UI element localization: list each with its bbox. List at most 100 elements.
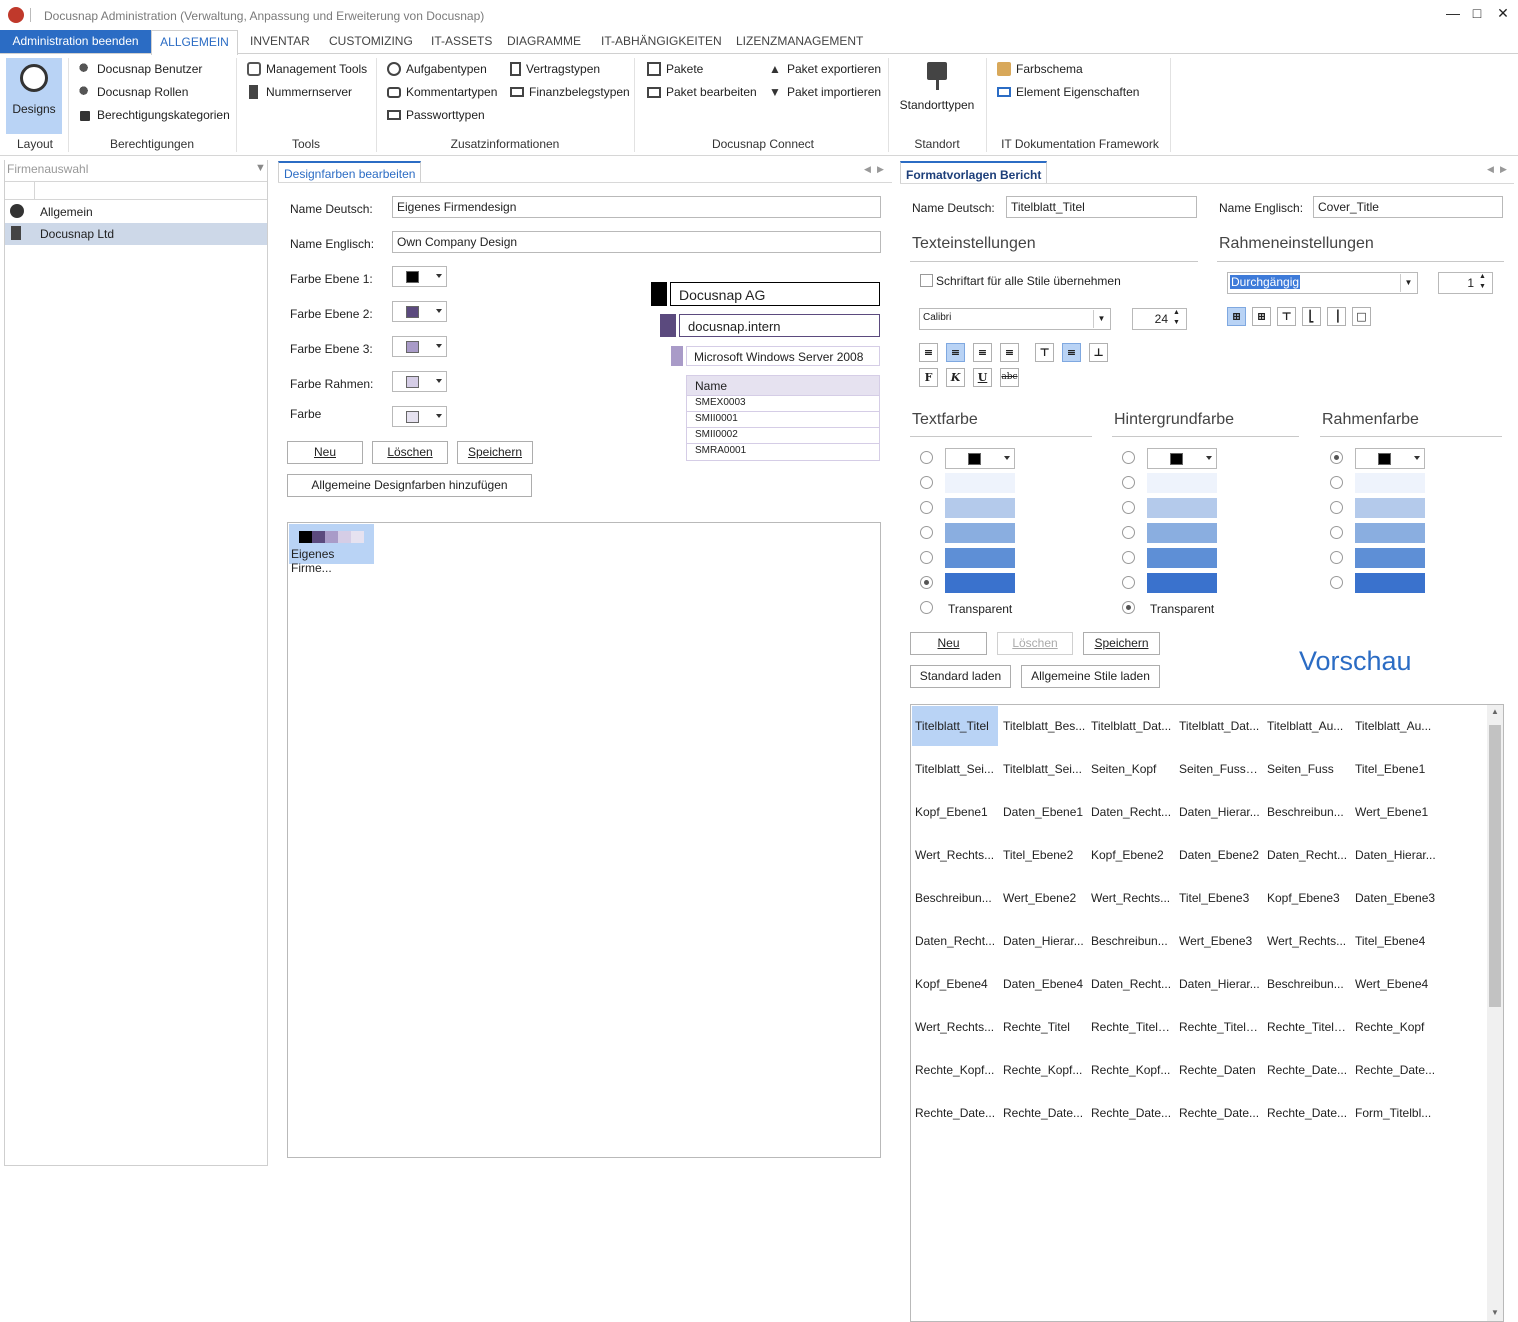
style-item[interactable]: Rechte_Kopf xyxy=(1352,1007,1438,1047)
kommentartypen-button[interactable]: Kommentartypen xyxy=(387,83,497,101)
tab-diagramme[interactable]: DIAGRAMME xyxy=(507,30,581,53)
tab-scroll-left-icon[interactable]: ◀ xyxy=(1487,164,1494,175)
style-item[interactable]: Rechte_Date... xyxy=(1264,1050,1350,1090)
valign-middle-button[interactable]: ≡ xyxy=(1062,343,1081,362)
fv-neu-button[interactable]: Neu xyxy=(910,632,987,655)
allgemeine-designfarben-button[interactable]: Allgemeine Designfarben hinzufügen xyxy=(287,474,532,497)
style-item[interactable]: Titelblatt_Au... xyxy=(1352,706,1438,746)
vertragstypen-button[interactable]: Vertragstypen xyxy=(510,60,600,78)
style-item[interactable]: Daten_Ebene4 xyxy=(1000,964,1086,1004)
style-item[interactable]: Beschreibun... xyxy=(912,878,998,918)
tab-it-assets[interactable]: IT-ASSETS xyxy=(431,30,492,53)
style-item[interactable]: Rechte_Date... xyxy=(1176,1093,1262,1133)
style-item[interactable]: Titel_Ebene4 xyxy=(1352,921,1438,961)
style-item[interactable]: Rechte_Date... xyxy=(1352,1050,1438,1090)
close-button[interactable]: ✕ xyxy=(1492,5,1514,25)
hintergrund-radio-2[interactable] xyxy=(1122,501,1135,514)
style-item[interactable]: Titelblatt_Sei... xyxy=(1000,749,1086,789)
hintergrund-radio-5[interactable] xyxy=(1122,576,1135,589)
name-deutsch-input[interactable]: Eigenes Firmendesign xyxy=(392,196,881,218)
style-item[interactable]: Seiten_Fuss_... xyxy=(1176,749,1262,789)
hintergrund-radio-1[interactable] xyxy=(1122,476,1135,489)
style-item[interactable]: Rechte_Titel xyxy=(1000,1007,1086,1047)
farbe-picker[interactable] xyxy=(392,406,447,427)
farbe-ebene3-picker[interactable] xyxy=(392,336,447,357)
style-item[interactable]: Daten_Hierar... xyxy=(1176,964,1262,1004)
standorttypen-button[interactable]: Standorttypen xyxy=(896,58,978,118)
style-item[interactable]: Rechte_Kopf... xyxy=(1000,1050,1086,1090)
style-item[interactable]: Titelblatt_Sei... xyxy=(912,749,998,789)
style-item[interactable]: Wert_Ebene3 xyxy=(1176,921,1262,961)
textfarbe-radio-1[interactable] xyxy=(920,476,933,489)
docusnap-rollen-button[interactable]: Docusnap Rollen xyxy=(78,83,188,101)
style-item[interactable]: Daten_Recht... xyxy=(1088,792,1174,832)
align-justify-button[interactable]: ≡ xyxy=(1000,343,1019,362)
paket-importieren-button[interactable]: ▼ Paket importieren xyxy=(768,83,881,101)
color-swatch[interactable] xyxy=(945,473,1015,493)
fv-loeschen-button[interactable]: Löschen xyxy=(997,632,1073,655)
style-item[interactable]: Kopf_Ebene1 xyxy=(912,792,998,832)
spinner-up-icon[interactable]: ▲ xyxy=(1479,273,1486,280)
rahmen-radio-custom[interactable] xyxy=(1330,451,1343,464)
style-item[interactable]: Titelblatt_Bes... xyxy=(1000,706,1086,746)
style-item[interactable]: Beschreibun... xyxy=(1264,792,1350,832)
style-item[interactable]: Daten_Hierar... xyxy=(1176,792,1262,832)
nummernserver-button[interactable]: Nummernserver xyxy=(247,83,352,101)
style-item[interactable]: Wert_Rechts... xyxy=(1264,921,1350,961)
fv-name-englisch-input[interactable]: Cover_Title xyxy=(1313,196,1503,218)
tab-scroll-right-icon[interactable]: ▶ xyxy=(1500,164,1507,175)
rahmen-radio-4[interactable] xyxy=(1330,551,1343,564)
border-all-button[interactable]: ⊞ xyxy=(1227,307,1246,326)
management-tools-button[interactable]: Management Tools xyxy=(247,60,367,78)
textfarbe-radio-3[interactable] xyxy=(920,526,933,539)
pakete-button[interactable]: Pakete xyxy=(647,60,703,78)
style-item[interactable]: Titel_Ebene3 xyxy=(1176,878,1262,918)
loeschen-button[interactable]: Löschen xyxy=(372,441,448,464)
tab-inventar[interactable]: INVENTAR xyxy=(250,30,310,53)
style-item[interactable]: Titelblatt_Dat... xyxy=(1176,706,1262,746)
farbe-ebene1-picker[interactable] xyxy=(392,266,447,287)
textfarbe-radio-4[interactable] xyxy=(920,551,933,564)
hintergrund-picker[interactable] xyxy=(1147,448,1217,469)
border-top-button[interactable]: ⊤ xyxy=(1277,307,1296,326)
style-item[interactable]: Daten_Recht... xyxy=(912,921,998,961)
textfarbe-picker[interactable] xyxy=(945,448,1015,469)
align-center-button[interactable]: ≡ xyxy=(946,343,965,362)
style-item[interactable]: Kopf_Ebene2 xyxy=(1088,835,1174,875)
hintergrund-radio-3[interactable] xyxy=(1122,526,1135,539)
style-item[interactable]: Beschreibun... xyxy=(1264,964,1350,1004)
color-swatch[interactable] xyxy=(1147,548,1217,568)
hintergrund-radio-custom[interactable] xyxy=(1122,451,1135,464)
valign-bottom-button[interactable]: ⊥ xyxy=(1089,343,1108,362)
style-item[interactable]: Rechte_Kopf... xyxy=(1088,1050,1174,1090)
style-item[interactable]: Daten_Recht... xyxy=(1264,835,1350,875)
rahmen-radio-2[interactable] xyxy=(1330,501,1343,514)
style-item[interactable]: Kopf_Ebene3 xyxy=(1264,878,1350,918)
textfarbe-radio-5[interactable] xyxy=(920,576,933,589)
align-right-button[interactable]: ≡ xyxy=(973,343,992,362)
farbe-rahmen-picker[interactable] xyxy=(392,371,447,392)
color-swatch[interactable] xyxy=(945,498,1015,518)
textfarbe-radio-custom[interactable] xyxy=(920,451,933,464)
font-select-dropdown-icon[interactable]: ▼ xyxy=(1093,310,1109,328)
style-item[interactable]: Rechte_Titel_... xyxy=(1264,1007,1350,1047)
designs-button[interactable]: Designs xyxy=(6,58,62,134)
scroll-down-icon[interactable]: ▼ xyxy=(1491,1308,1499,1317)
tab-allgemein[interactable]: ALLGEMEIN xyxy=(151,30,238,55)
align-left-button[interactable]: ≡ xyxy=(919,343,938,362)
border-right-button[interactable]: ⎥ xyxy=(1327,307,1346,326)
tree-item-docusnap-ltd[interactable]: Docusnap Ltd xyxy=(5,223,267,245)
style-item[interactable]: Form_Titelbl... xyxy=(1352,1093,1438,1133)
berechtigungskategorien-button[interactable]: Berechtigungskategorien xyxy=(78,106,230,124)
style-item[interactable]: Titel_Ebene2 xyxy=(1000,835,1086,875)
border-outer-button[interactable]: □ xyxy=(1352,307,1371,326)
name-englisch-input[interactable]: Own Company Design xyxy=(392,231,881,253)
scrollbar-track[interactable]: ▲ ▼ xyxy=(1487,705,1503,1321)
farbschema-button[interactable]: Farbschema xyxy=(997,60,1083,78)
strikethrough-button[interactable]: abc xyxy=(1000,368,1019,387)
farbe-ebene2-picker[interactable] xyxy=(392,301,447,322)
aufgabentypen-button[interactable]: Aufgabentypen xyxy=(387,60,487,78)
border-left-button[interactable]: ⎣ xyxy=(1302,307,1321,326)
style-item[interactable]: Wert_Ebene4 xyxy=(1352,964,1438,1004)
scrollbar-thumb[interactable] xyxy=(1489,725,1501,1007)
